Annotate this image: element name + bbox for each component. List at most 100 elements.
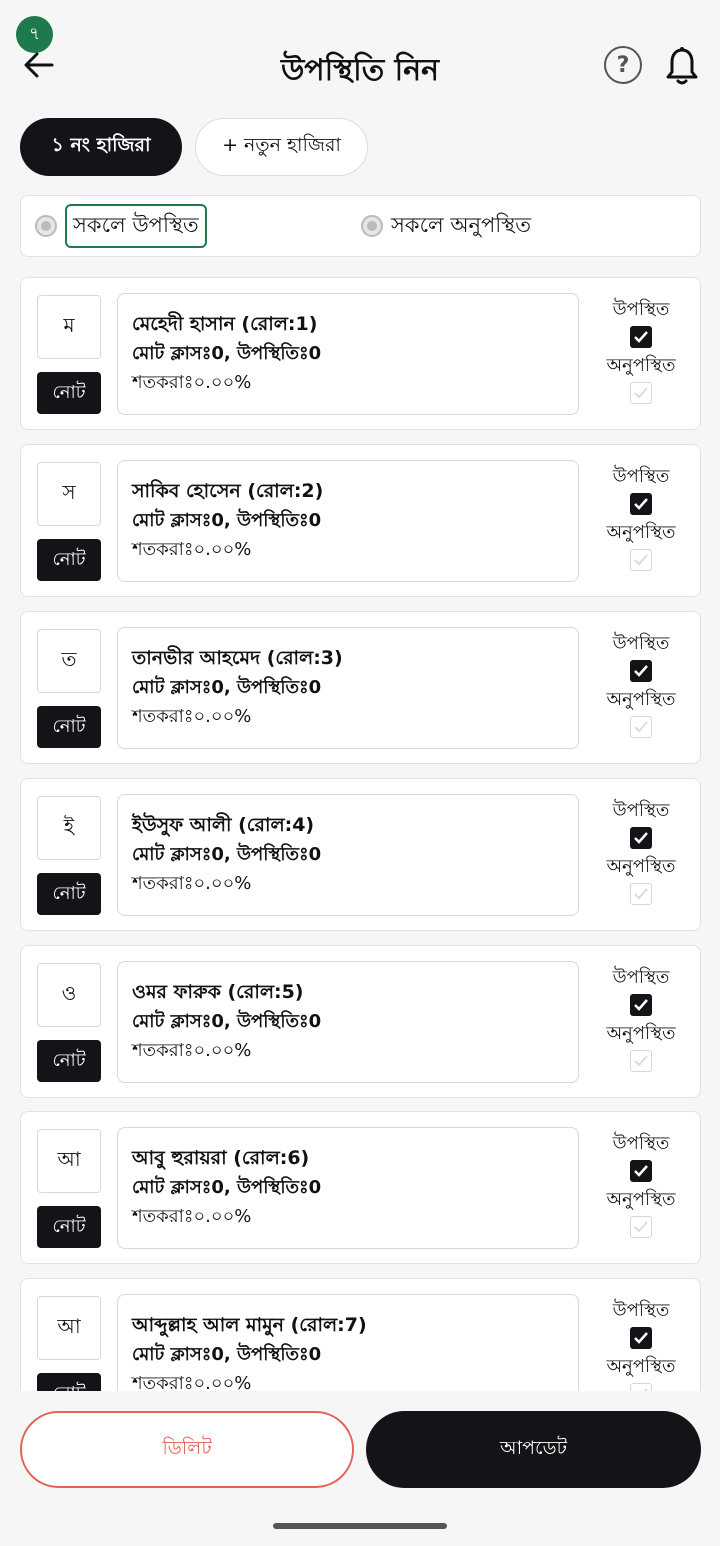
- note-button[interactable]: নোট: [37, 1373, 101, 1391]
- student-percent: শতকরাঃ০.০০%: [132, 1373, 252, 1391]
- student-name: সাকিব হোসেন (রোল:2): [132, 480, 324, 502]
- absent-label: অনুপস্থিত: [606, 1189, 676, 1210]
- check-icon: [634, 1165, 648, 1177]
- all-absent-label: সকলে অনুপস্থিত: [391, 212, 531, 237]
- all-present-label: সকলে উপস্থিত: [65, 204, 207, 248]
- student-stats: মোট ক্লাসঃ0, উপস্থিতিঃ0: [132, 510, 322, 531]
- absent-label: অনুপস্থিত: [606, 856, 676, 877]
- present-label: উপস্থিত: [612, 800, 670, 821]
- student-name: আবু হুরায়রা (রোল:6): [132, 1147, 310, 1169]
- absent-checkbox[interactable]: [630, 549, 652, 571]
- attendance-status: উপস্থিত অনুপস্থিত: [595, 966, 687, 1078]
- all-present-radio[interactable]: সকলে উপস্থিত: [35, 204, 207, 248]
- student-card: স নোট সাকিব হোসেন (রোল:2) মোট ক্লাসঃ0, উ…: [20, 444, 701, 597]
- absent-checkbox[interactable]: [630, 716, 652, 738]
- note-button[interactable]: নোট: [37, 539, 101, 581]
- tab-attendance-1[interactable]: ১ নং হাজিরা: [20, 118, 182, 176]
- student-info: সাকিব হোসেন (রোল:2) মোট ক্লাসঃ0, উপস্থিত…: [117, 460, 579, 582]
- present-checkbox[interactable]: [630, 493, 652, 515]
- student-stats: মোট ক্লাসঃ0, উপস্থিতিঃ0: [132, 1011, 322, 1032]
- footer-actions: ডিলিট আপডেট: [0, 1391, 720, 1546]
- student-name: আব্দুল্লাহ আল মামুন (রোল:7): [132, 1314, 367, 1336]
- delete-button[interactable]: ডিলিট: [20, 1411, 354, 1488]
- new-attendance-button[interactable]: + নতুন হাজিরা: [195, 118, 368, 176]
- present-checkbox[interactable]: [630, 994, 652, 1016]
- present-checkbox[interactable]: [630, 1160, 652, 1182]
- absent-label: অনুপস্থিত: [606, 1356, 676, 1377]
- note-button[interactable]: নোট: [37, 1040, 101, 1082]
- absent-label: অনুপস্থিত: [606, 355, 676, 376]
- update-button[interactable]: আপডেট: [366, 1411, 701, 1488]
- student-card: ম নোট মেহেদী হাসান (রোল:1) মোট ক্লাসঃ0, …: [20, 277, 701, 430]
- bulk-attendance-options: সকলে উপস্থিত সকলে অনুপস্থিত: [20, 195, 701, 257]
- student-info: আব্দুল্লাহ আল মামুন (রোল:7) মোট ক্লাসঃ0,…: [117, 1294, 579, 1391]
- student-stats: মোট ক্লাসঃ0, উপস্থিতিঃ0: [132, 1177, 322, 1198]
- check-icon: [634, 888, 648, 900]
- student-avatar: আ: [37, 1129, 101, 1193]
- student-avatar: ম: [37, 295, 101, 359]
- note-button[interactable]: নোট: [37, 372, 101, 414]
- student-info: আবু হুরায়রা (রোল:6) মোট ক্লাসঃ0, উপস্থি…: [117, 1127, 579, 1249]
- student-name: ইউসুফ আলী (রোল:4): [132, 814, 315, 836]
- absent-checkbox[interactable]: [630, 883, 652, 905]
- help-button[interactable]: ?: [604, 46, 642, 84]
- radio-icon: [361, 215, 383, 237]
- absent-checkbox[interactable]: [630, 382, 652, 404]
- notification-bell-button[interactable]: [664, 46, 700, 86]
- student-percent: শতকরাঃ০.০০%: [132, 372, 252, 393]
- present-checkbox[interactable]: [630, 827, 652, 849]
- student-stats: মোট ক্লাসঃ0, উপস্থিতিঃ0: [132, 343, 322, 364]
- check-icon: [634, 721, 648, 733]
- absent-checkbox[interactable]: [630, 1383, 652, 1391]
- student-card: আ নোট আব্দুল্লাহ আল মামুন (রোল:7) মোট ক্…: [20, 1278, 701, 1391]
- attendance-status: উপস্থিত অনুপস্থিত: [595, 465, 687, 577]
- student-percent: শতকরাঃ০.০০%: [132, 1040, 252, 1061]
- home-indicator: [273, 1523, 447, 1529]
- check-icon: [634, 999, 648, 1011]
- radio-icon: [35, 215, 57, 237]
- absent-checkbox[interactable]: [630, 1216, 652, 1238]
- note-button[interactable]: নোট: [37, 1206, 101, 1248]
- present-label: উপস্থিত: [612, 967, 670, 988]
- student-percent: শতকরাঃ০.০০%: [132, 706, 252, 727]
- check-icon: [634, 554, 648, 566]
- student-card: আ নোট আবু হুরায়রা (রোল:6) মোট ক্লাসঃ0, …: [20, 1111, 701, 1264]
- absent-label: অনুপস্থিত: [606, 522, 676, 543]
- student-info: ওমর ফারুক (রোল:5) মোট ক্লাসঃ0, উপস্থিতিঃ…: [117, 961, 579, 1083]
- note-button[interactable]: নোট: [37, 706, 101, 748]
- student-avatar: আ: [37, 1296, 101, 1360]
- student-percent: শতকরাঃ০.০০%: [132, 873, 252, 894]
- student-stats: মোট ক্লাসঃ0, উপস্থিতিঃ0: [132, 1344, 322, 1365]
- absent-label: অনুপস্থিত: [606, 689, 676, 710]
- present-checkbox[interactable]: [630, 1327, 652, 1349]
- check-icon: [634, 1221, 648, 1233]
- check-icon: [634, 387, 648, 399]
- present-label: উপস্থিত: [612, 1133, 670, 1154]
- student-card: ত নোট তানভীর আহমেদ (রোল:3) মোট ক্লাসঃ0, …: [20, 611, 701, 764]
- present-label: উপস্থিত: [612, 299, 670, 320]
- check-icon: [634, 665, 648, 677]
- attendance-status: উপস্থিত অনুপস্থিত: [595, 799, 687, 911]
- student-percent: শতকরাঃ০.০০%: [132, 1206, 252, 1227]
- student-name: তানভীর আহমেদ (রোল:3): [132, 647, 343, 669]
- absent-label: অনুপস্থিত: [606, 1023, 676, 1044]
- student-card: ও নোট ওমর ফারুক (রোল:5) মোট ক্লাসঃ0, উপস…: [20, 945, 701, 1098]
- check-icon: [634, 1332, 648, 1344]
- student-stats: মোট ক্লাসঃ0, উপস্থিতিঃ0: [132, 844, 322, 865]
- check-icon: [634, 331, 648, 343]
- all-absent-radio[interactable]: সকলে অনুপস্থিত: [361, 204, 531, 248]
- present-checkbox[interactable]: [630, 326, 652, 348]
- student-list[interactable]: ম নোট মেহেদী হাসান (রোল:1) মোট ক্লাসঃ0, …: [0, 277, 720, 1391]
- present-checkbox[interactable]: [630, 660, 652, 682]
- note-button[interactable]: নোট: [37, 873, 101, 915]
- attendance-status: উপস্থিত অনুপস্থিত: [595, 1132, 687, 1244]
- student-info: ইউসুফ আলী (রোল:4) মোট ক্লাসঃ0, উপস্থিতিঃ…: [117, 794, 579, 916]
- absent-checkbox[interactable]: [630, 1050, 652, 1072]
- student-percent: শতকরাঃ০.০০%: [132, 539, 252, 560]
- student-stats: মোট ক্লাসঃ0, উপস্থিতিঃ0: [132, 677, 322, 698]
- student-avatar: ও: [37, 963, 101, 1027]
- student-name: মেহেদী হাসান (রোল:1): [132, 313, 318, 335]
- student-avatar: স: [37, 462, 101, 526]
- present-label: উপস্থিত: [612, 1300, 670, 1321]
- student-card: ই নোট ইউসুফ আলী (রোল:4) মোট ক্লাসঃ0, উপস…: [20, 778, 701, 931]
